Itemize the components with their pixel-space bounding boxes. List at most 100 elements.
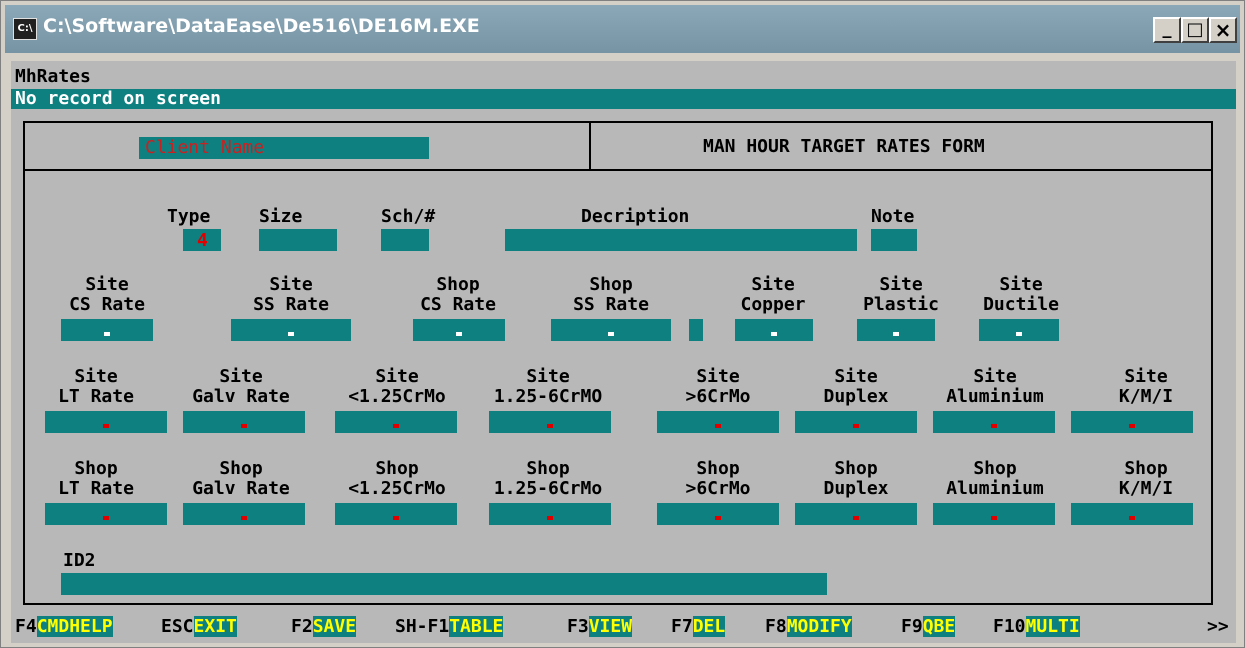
shop-galv-rate-field[interactable]: [183, 503, 305, 525]
header-divider: [23, 169, 1213, 171]
field-dot: [547, 424, 553, 428]
shop-cs-rate-field[interactable]: [413, 319, 505, 341]
row3-bottom-6: Duplex: [823, 386, 889, 407]
site-ductile-field[interactable]: [979, 319, 1059, 341]
shop-gt6crmo-field[interactable]: [657, 503, 779, 525]
shop-kmi-field[interactable]: [1071, 503, 1193, 525]
fkey-label: SAVE: [312, 616, 357, 637]
row2-top-3: Shop: [436, 274, 480, 295]
row2-bottom-2: SS Rate: [253, 294, 329, 315]
id2-field[interactable]: [61, 573, 827, 595]
fkey-f8[interactable]: F8MODIFY: [765, 616, 852, 637]
site-kmi-field[interactable]: [1071, 411, 1193, 433]
site-gt6crmo-field[interactable]: [657, 411, 779, 433]
row4-top-7: Shop: [973, 458, 1017, 479]
row3-bottom-7: Aluminium: [946, 386, 1044, 407]
fkey-code: F4: [15, 616, 37, 637]
row4-bottom-1: LT Rate: [58, 478, 134, 499]
fkey-code: ESC: [161, 616, 194, 637]
site-cs-rate-field[interactable]: [61, 319, 153, 341]
row2-top-4: Shop: [589, 274, 633, 295]
site-plastic-field[interactable]: [857, 319, 935, 341]
fkey-f10[interactable]: F10MULTI: [993, 616, 1080, 637]
more-indicator[interactable]: >>: [1207, 617, 1229, 637]
shop-duplex-field[interactable]: [795, 503, 917, 525]
field-dot: [1129, 424, 1135, 428]
description-field[interactable]: [505, 229, 857, 251]
shop-lt-rate-field[interactable]: [45, 503, 167, 525]
fkey-label: MODIFY: [786, 616, 852, 637]
fkey-f2[interactable]: F2SAVE: [291, 616, 357, 637]
maximize-button[interactable]: □: [1181, 17, 1209, 43]
field-dot: [547, 516, 553, 520]
fkey-code: F9: [901, 616, 923, 637]
shop-ss-rate-field[interactable]: [551, 319, 671, 341]
row4-bottom-7: Aluminium: [946, 478, 1044, 499]
row4-top-5: Shop: [696, 458, 740, 479]
row4-bottom-5: >6CrMo: [685, 478, 751, 499]
field-dot: [393, 516, 399, 520]
fkey-f9[interactable]: F9QBE: [901, 616, 956, 637]
fkey-f7[interactable]: F7DEL: [671, 616, 726, 637]
row3-bottom-4: 1.25-6CrMO: [493, 386, 603, 407]
status-text: No record on screen: [15, 88, 221, 109]
sch-field[interactable]: [381, 229, 429, 251]
shop-lt125crmo-field[interactable]: [335, 503, 457, 525]
field-dot: [991, 424, 997, 428]
flag-field[interactable]: [689, 319, 703, 341]
row2-top-6: Site: [879, 274, 923, 295]
row3-bottom-2: Galv Rate: [192, 386, 290, 407]
window-title: C:\Software\DataEase\De516\DE16M.EXE: [43, 15, 480, 37]
field-dot: [103, 516, 109, 520]
fkey-esc[interactable]: ESCEXIT: [161, 616, 237, 637]
site-copper-field[interactable]: [735, 319, 813, 341]
site-lt125crmo-field[interactable]: [335, 411, 457, 433]
field-dot: [893, 332, 899, 336]
close-button[interactable]: ×: [1209, 17, 1237, 43]
row2-bottom-5: Copper: [740, 294, 806, 315]
site-ss-rate-field[interactable]: [231, 319, 351, 341]
fkey-code: F10: [993, 616, 1026, 637]
row2-bottom-3: CS Rate: [420, 294, 496, 315]
row2-top-5: Site: [751, 274, 795, 295]
field-dot: [288, 332, 294, 336]
field-dot: [456, 332, 462, 336]
row4-top-6: Shop: [834, 458, 878, 479]
site-125-6crmo-field[interactable]: [489, 411, 611, 433]
title-bar[interactable]: C:\ C:\Software\DataEase\De516\DE16M.EXE…: [5, 5, 1240, 53]
row4-top-1: Shop: [74, 458, 118, 479]
field-dot: [715, 424, 721, 428]
site-duplex-field[interactable]: [795, 411, 917, 433]
console-screen[interactable]: MhRates No record on screen Client Name …: [11, 61, 1236, 643]
row4-top-4: Shop: [526, 458, 570, 479]
fkey-label: QBE: [922, 616, 956, 637]
console-icon[interactable]: C:\: [13, 18, 37, 40]
site-lt-rate-field[interactable]: [45, 411, 167, 433]
note-field[interactable]: [871, 229, 917, 251]
shop-125-6crmo-field[interactable]: [489, 503, 611, 525]
row3-top-6: Site: [834, 366, 878, 387]
row4-top-8: Shop: [1124, 458, 1168, 479]
fkey-label: TABLE: [449, 616, 504, 637]
fkey-f4[interactable]: F4CMDHELP: [15, 616, 113, 637]
row2-bottom-1: CS Rate: [69, 294, 145, 315]
size-label: Size: [259, 206, 303, 227]
fkey-code: F7: [671, 616, 693, 637]
fkey-sh-f1[interactable]: SH-F1TABLE: [395, 616, 504, 637]
row3-top-4: Site: [526, 366, 570, 387]
type-value: 4: [197, 230, 208, 251]
site-galv-rate-field[interactable]: [183, 411, 305, 433]
row2-top-2: Site: [269, 274, 313, 295]
row4-bottom-8: K/M/I: [1118, 478, 1174, 499]
fkey-label: EXIT: [193, 616, 237, 637]
row3-top-1: Site: [74, 366, 118, 387]
shop-aluminium-field[interactable]: [933, 503, 1055, 525]
minimize-button[interactable]: _: [1153, 17, 1181, 43]
fkey-label: CMDHELP: [36, 616, 113, 637]
field-dot: [103, 424, 109, 428]
field-dot: [241, 516, 247, 520]
fkey-f3[interactable]: F3VIEW: [567, 616, 633, 637]
site-aluminium-field[interactable]: [933, 411, 1055, 433]
row4-bottom-3: <1.25CrMo: [348, 478, 446, 499]
size-field[interactable]: [259, 229, 337, 251]
